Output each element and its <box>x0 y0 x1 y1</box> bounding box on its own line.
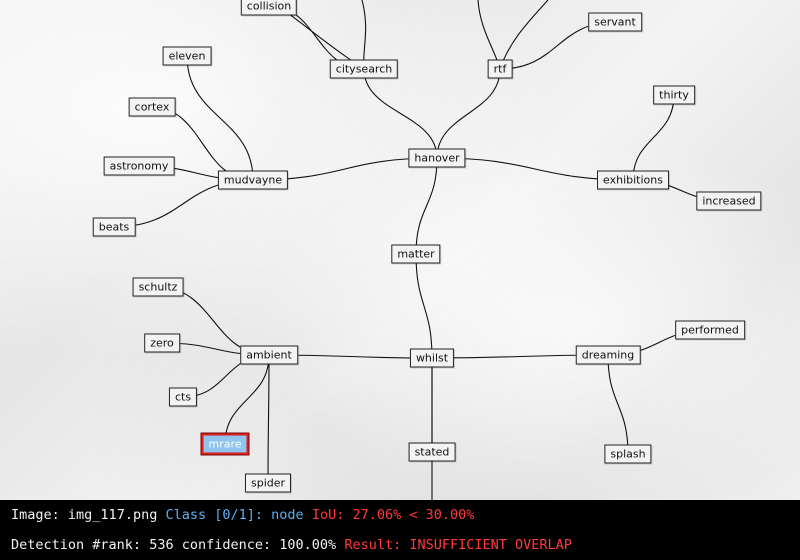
rank-label: Detection #rank: <box>11 537 142 553</box>
node-exhibitions[interactable]: exhibitions <box>597 170 669 190</box>
edge-eleven-mudvayne <box>186 55 254 181</box>
node-cts[interactable]: cts <box>168 387 198 407</box>
node-schultz[interactable]: schultz <box>132 277 184 297</box>
confidence-label: confidence: <box>181 537 272 553</box>
node-beats[interactable]: beats <box>92 217 136 237</box>
class-value: node <box>271 507 304 523</box>
node-matter[interactable]: matter <box>391 244 441 264</box>
image-name: img_117.png <box>67 507 158 523</box>
node-spider[interactable]: spider <box>244 473 292 493</box>
edge-citysearch-hanover <box>363 68 438 159</box>
node-cortex[interactable]: cortex <box>128 97 176 117</box>
edge-ambient-mrare <box>224 354 270 445</box>
class-label: Class [0/1]: <box>165 507 264 523</box>
node-mrare-detection-highlight[interactable]: mrare <box>200 432 250 456</box>
node-collision[interactable]: collision <box>240 0 298 16</box>
node-servant[interactable]: servant <box>588 12 642 32</box>
edge-hanover-matter <box>415 157 438 255</box>
node-astronomy[interactable]: astronomy <box>103 156 175 176</box>
node-dreaming[interactable]: dreaming <box>575 345 641 365</box>
rank-value: 536 <box>149 537 174 553</box>
edge-dreaming-splash <box>607 354 629 455</box>
node-ambient[interactable]: ambient <box>240 345 298 365</box>
node-eleven[interactable]: eleven <box>162 46 212 66</box>
edge-matter-whilst <box>415 253 433 359</box>
status-bar: Image: img_117.png Class [0/1]: node IoU… <box>0 500 800 560</box>
edge-exhibitions-thirty <box>632 94 675 181</box>
node-splash[interactable]: splash <box>604 444 652 464</box>
result-text: Result: INSUFFICIENT OVERLAP <box>344 537 572 553</box>
status-line-2: Detection #rank: 536 confidence: 100.00%… <box>11 537 572 553</box>
iou-text: IoU: 27.06% < 30.00% <box>311 507 475 523</box>
diagram-canvas: collision servant eleven citysearch rtf … <box>0 0 800 500</box>
node-mudvayne[interactable]: mudvayne <box>217 170 289 190</box>
node-hanover[interactable]: hanover <box>408 148 466 168</box>
edge-ambient-spider <box>267 354 270 484</box>
node-rtf[interactable]: rtf <box>487 59 513 79</box>
node-citysearch[interactable]: citysearch <box>329 59 399 79</box>
node-increased[interactable]: increased <box>696 191 762 211</box>
node-performed[interactable]: performed <box>675 320 745 340</box>
node-whilst[interactable]: whilst <box>409 348 455 368</box>
node-zero[interactable]: zero <box>144 333 180 353</box>
status-line-1: Image: img_117.png Class [0/1]: node IoU… <box>11 507 474 523</box>
image-label: Image: <box>11 507 60 523</box>
confidence-value: 100.00% <box>279 537 337 553</box>
node-thirty[interactable]: thirty <box>653 85 695 105</box>
node-stated[interactable]: stated <box>408 442 456 462</box>
edge-rtf-hanover <box>436 68 501 159</box>
